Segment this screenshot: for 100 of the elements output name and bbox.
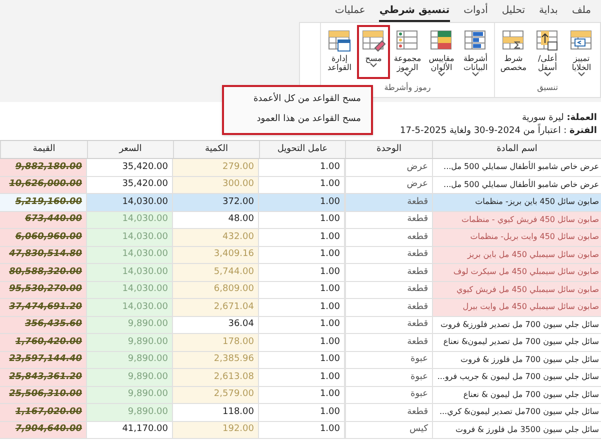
- table-cell: سائل جلي سيون 700 مل فلورز & فروت: [432, 352, 601, 368]
- table-cell: قطعة: [345, 404, 432, 420]
- menu-item[interactable]: مسح القواعد من كل الأعمدة: [224, 90, 371, 110]
- ribbon-button[interactable]: تمييز الخلايا: [565, 25, 598, 79]
- table-cell: قطعه: [345, 229, 432, 246]
- table-cell: 14,030.00: [87, 229, 173, 246]
- table-cell: سائل جلي سيون 700 مل تصدير فلورز& فروت: [432, 316, 601, 333]
- table-cell: 47,830,514.80: [0, 246, 87, 263]
- table-cell: عبوة: [345, 386, 432, 403]
- table-cell: 14,030.00: [87, 212, 173, 228]
- caret-icon: [472, 72, 479, 77]
- table-cell: 9,890.00: [87, 404, 173, 420]
- caret-icon: [544, 72, 551, 77]
- caret-icon: [438, 72, 445, 77]
- table-cell: عرض: [345, 176, 432, 193]
- ribbon-button[interactable]: مسح: [357, 25, 390, 79]
- table-cell: قطعة: [345, 299, 432, 316]
- table-cell: 1.00: [259, 316, 345, 333]
- table-cell: 192.00: [173, 422, 259, 438]
- table-cell: 5,219,160.00: [0, 194, 87, 210]
- table-cell: 1.00: [259, 404, 345, 420]
- caret-icon: [370, 63, 377, 68]
- menu-tab[interactable]: ملف: [572, 3, 591, 22]
- table-cell: 14,030.00: [87, 299, 173, 316]
- ribbon-button[interactable]: مجموعة الرموز: [391, 25, 424, 79]
- table-cell: سائل جلي سيون 700 مل تصدير ليمون& نعناع: [432, 334, 601, 350]
- menu-tab[interactable]: أدوات: [464, 3, 488, 22]
- table-cell: 23,597,144.40: [0, 352, 87, 368]
- table-cell: 14,030.00: [87, 264, 173, 280]
- table-cell: 25,843,361.20: [0, 369, 87, 386]
- table-cell: 9,890.00: [87, 334, 173, 350]
- ribbon-button[interactable]: إدارة القواعد: [323, 25, 356, 79]
- period-text: الفترة : اعتباراً من 2024-9-30 ولغاية 2025-5-17: [400, 125, 597, 138]
- column-header[interactable]: السعر: [87, 141, 173, 158]
- menu-item[interactable]: مسح القواعد من هذا العمود: [224, 110, 371, 130]
- column-header[interactable]: اسم المادة: [432, 141, 601, 158]
- table-cell: 2,385.96: [173, 352, 259, 368]
- table-cell: 356,435.60: [0, 316, 87, 333]
- table-cell: سائل جلي سيون 700 مل ليمون & جريب فرو...: [432, 369, 601, 386]
- table-cell: 1.00: [259, 194, 345, 210]
- table-cell: 7,904,640.00: [0, 422, 87, 438]
- table-format-icon: [360, 28, 386, 54]
- table-cell: 14,030.00: [87, 246, 173, 263]
- table-cell: سائل جلي سيون 3500 مل فلورز & فروت: [432, 422, 601, 438]
- table-cell: 80,588,320.00: [0, 264, 87, 280]
- table-cell: قطعة: [345, 212, 432, 228]
- table-cell: 3,409.16: [173, 246, 259, 263]
- menu-tab[interactable]: تحليل: [502, 3, 525, 22]
- table-cell: 95,530,270.00: [0, 282, 87, 298]
- ribbon-button[interactable]: شرط مخصص: [497, 25, 530, 79]
- caret-icon: [578, 72, 585, 77]
- table-cell: قطعة: [345, 316, 432, 333]
- table-cell: 5,744.00: [173, 264, 259, 280]
- table-cell: صابون سائل سيمبلي 450 مل سيكرت لوف: [432, 264, 601, 280]
- table-cell: 1,760,420.00: [0, 334, 87, 350]
- ribbon-button[interactable]: أشرطة البيانات: [459, 25, 492, 79]
- table-cell: 25,506,310.00: [0, 386, 87, 403]
- table-cell: قطعة: [345, 194, 432, 210]
- table-cell: 6,809.00: [173, 282, 259, 298]
- column-header[interactable]: القيمة: [0, 141, 87, 158]
- table-cell: قطعة: [345, 246, 432, 263]
- currency-text: العملة: ليرة سورية: [522, 112, 597, 124]
- table-cell: عبوة: [345, 352, 432, 368]
- table-cell: صابون سائل سيمبلي 450 مل فريش كيوي: [432, 282, 601, 298]
- menu-tab[interactable]: عمليات: [334, 3, 366, 22]
- table-cell: عرض خاص شامبو الأطفال سمايلي 500 مل...: [432, 176, 601, 193]
- table-cell: عرض: [345, 159, 432, 176]
- table-cell: صابون سائل 450 فريش كيوي - منظمات: [432, 212, 601, 228]
- table-cell: صابون سائل 450 باين بريز- منظمات: [432, 194, 601, 210]
- table-cell: سائل جلي سيون 700مل تصدير ليمون& كري...: [432, 404, 601, 420]
- ribbon-button[interactable]: مقاييس الألوان: [425, 25, 458, 79]
- table-cell: 9,890.00: [87, 352, 173, 368]
- table-cell: 9,882,180.00: [0, 159, 87, 176]
- table-cell: 300.00: [173, 176, 259, 193]
- ribbon-button[interactable]: أعلى/أسفل: [531, 25, 564, 79]
- group-label: تنسيق: [537, 82, 558, 94]
- table-cell: 432.00: [173, 229, 259, 246]
- table-cell: 2,671.04: [173, 299, 259, 316]
- table-cell: صابون سائل سيمبلي 450 مل وايت بيرل: [432, 299, 601, 316]
- table-cell: 1,167,020.00: [0, 404, 87, 420]
- table-cell: 14,030.00: [87, 282, 173, 298]
- column-header[interactable]: الكمية: [173, 141, 259, 158]
- table-cell: 9,890.00: [87, 386, 173, 403]
- column-header[interactable]: عامل التحويل: [259, 141, 345, 158]
- table-cell: صابون سائل سيمبلي 450 مل باين بريز: [432, 246, 601, 263]
- table-cell: عبوة: [345, 369, 432, 386]
- table-cell: عرض خاص شامبو الأطفال سمايلي 500 مل...: [432, 159, 601, 176]
- table-cell: 1.00: [259, 212, 345, 228]
- table-cell: 9,890.00: [87, 316, 173, 333]
- table-cell: 37,474,691.20: [0, 299, 87, 316]
- menu-tab[interactable]: بداية: [539, 3, 558, 22]
- table-cell: 2,579.00: [173, 386, 259, 403]
- table-cell: قطعة: [345, 282, 432, 298]
- table-cell: 6,060,960.00: [0, 229, 87, 246]
- table-cell: 9,890.00: [87, 369, 173, 386]
- table-format-icon: [326, 28, 352, 54]
- table-cell: 279.00: [173, 159, 259, 176]
- table-cell: كيس: [345, 422, 432, 438]
- column-header[interactable]: الوحدة: [345, 141, 432, 158]
- table-cell: قطعة: [345, 264, 432, 280]
